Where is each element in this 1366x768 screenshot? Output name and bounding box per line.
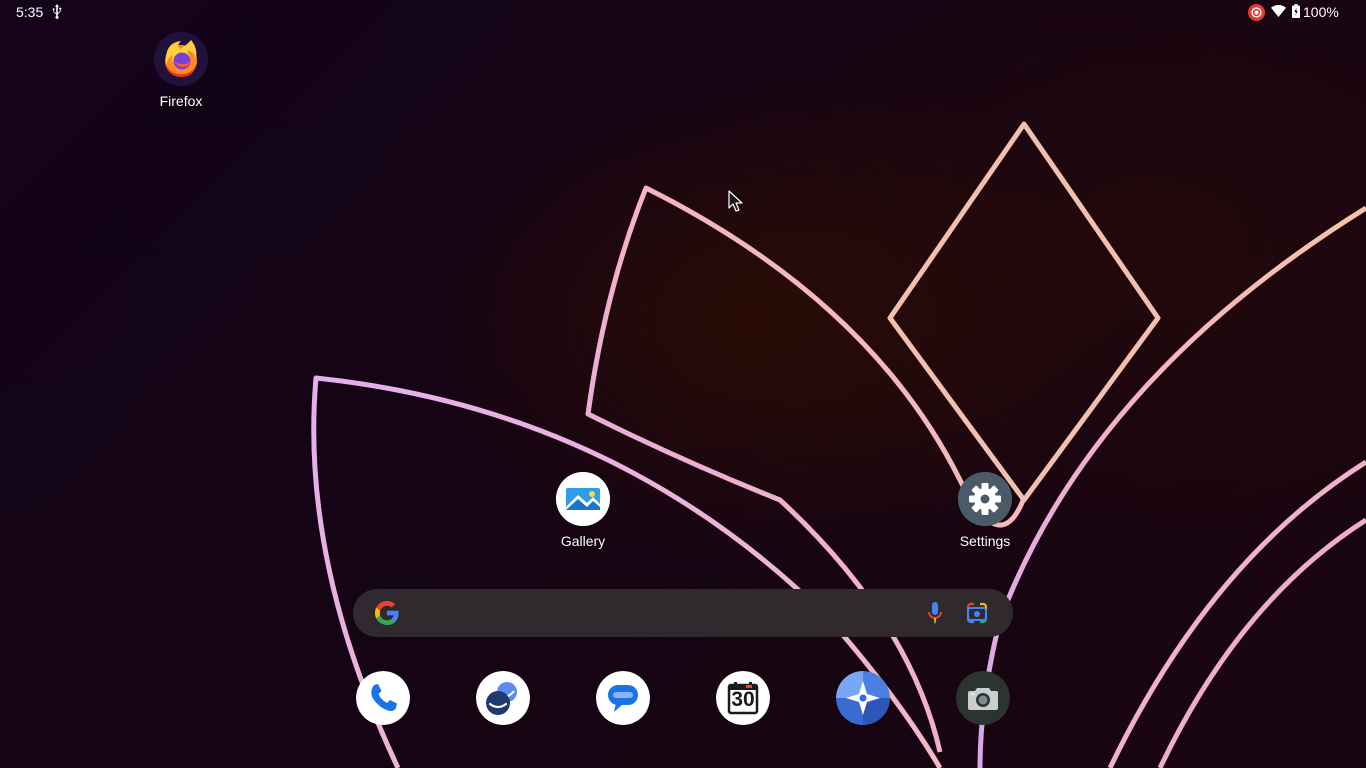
calendar-date: 30 (731, 688, 755, 711)
firefox-icon (154, 32, 208, 86)
battery-icon (1292, 4, 1300, 18)
app-firefox[interactable]: Firefox (131, 32, 231, 110)
gallery-icon (556, 472, 610, 526)
wifi-icon (1271, 5, 1286, 17)
battery-percentage: 100% (1303, 4, 1339, 20)
app-settings[interactable]: Settings (935, 472, 1035, 550)
app-label-gallery: Gallery (560, 533, 606, 549)
wallpaper (311, 121, 1366, 768)
dock-maps[interactable] (836, 671, 890, 725)
dock-phone[interactable] (356, 671, 410, 725)
mouse-cursor-icon (728, 190, 743, 212)
dock-calendar[interactable]: 30 (716, 671, 770, 725)
navigation-icon (836, 671, 890, 725)
home-screen: 5:35 100% Firefox Gallery Settings 30 (0, 0, 1366, 768)
google-search-bar[interactable] (353, 589, 1013, 637)
dock-contacts[interactable] (476, 671, 530, 725)
app-label-settings: Settings (959, 533, 1011, 549)
google-lens-icon[interactable] (966, 602, 988, 624)
app-gallery[interactable]: Gallery (533, 472, 633, 550)
messages-icon (596, 671, 650, 725)
contacts-icon (476, 671, 530, 725)
microphone-icon[interactable] (925, 601, 945, 625)
status-bar: 5:35 100% (0, 0, 1366, 24)
google-g-icon (375, 601, 399, 625)
dock-messages[interactable] (596, 671, 650, 725)
phone-icon (356, 671, 410, 725)
status-time: 5:35 (16, 4, 44, 20)
usb-icon (52, 4, 62, 19)
camera-icon (956, 671, 1010, 725)
screen-record-icon (1248, 4, 1265, 21)
dock-camera[interactable] (956, 671, 1010, 725)
app-label-firefox: Firefox (159, 93, 203, 109)
settings-gear-icon (958, 472, 1012, 526)
